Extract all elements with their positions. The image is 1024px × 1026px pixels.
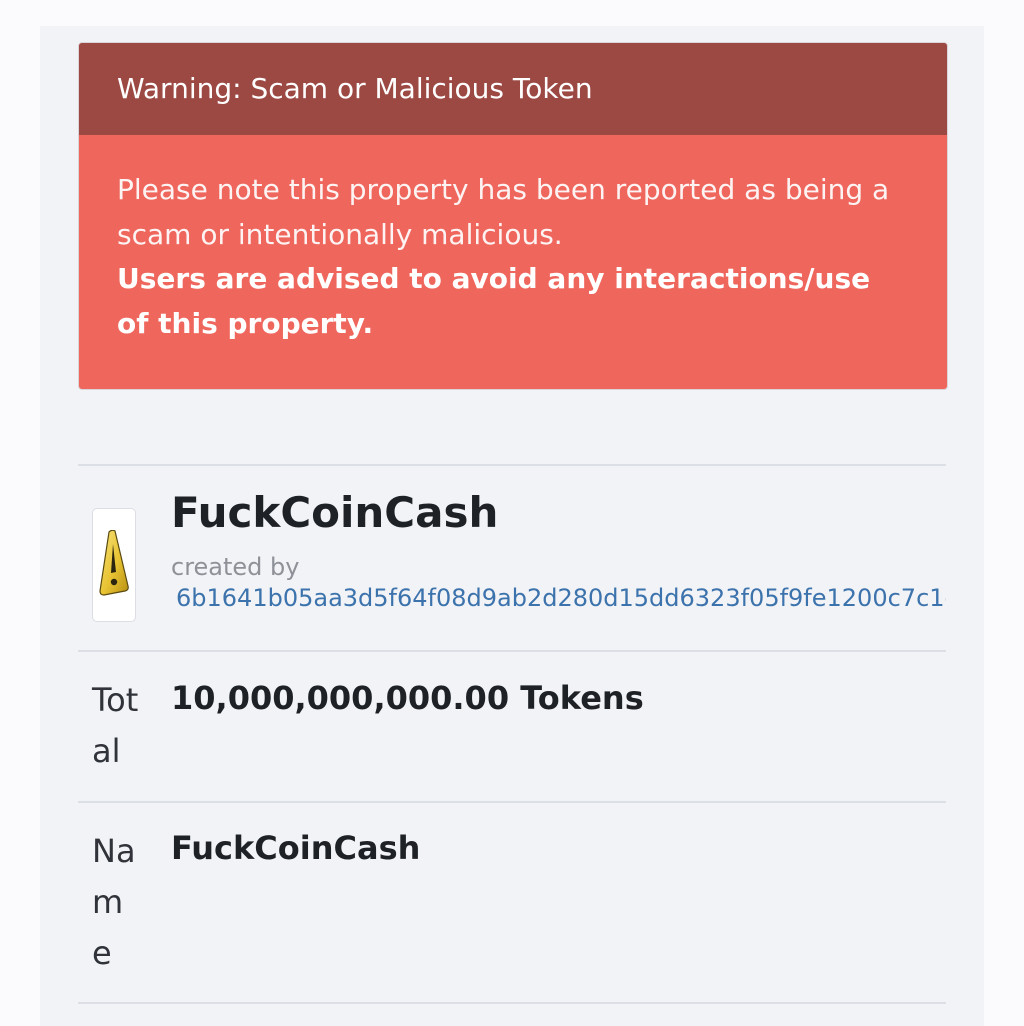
total-value: 10,000,000,000.00 Tokens bbox=[171, 679, 644, 717]
divider bbox=[78, 801, 946, 803]
name-label: Name bbox=[92, 832, 136, 972]
created-by-label: created by bbox=[171, 553, 300, 581]
scam-warning-alert: Warning: Scam or Malicious Token Please … bbox=[78, 42, 948, 390]
alert-title: Warning: Scam or Malicious Token bbox=[79, 43, 947, 135]
creator-address-link[interactable]: 6b1641b05aa3d5f64f08d9ab2d280d15dd6323f0… bbox=[176, 584, 946, 612]
warning-exclamation-icon bbox=[99, 530, 129, 596]
total-label: Total bbox=[92, 681, 139, 770]
alert-body: Please note this property has been repor… bbox=[79, 135, 947, 346]
name-value: FuckCoinCash bbox=[171, 829, 421, 867]
token-page: Warning: Scam or Malicious Token Please … bbox=[40, 26, 984, 1026]
divider bbox=[78, 650, 946, 652]
alert-message: Please note this property has been repor… bbox=[117, 173, 890, 251]
divider bbox=[78, 464, 946, 466]
divider bbox=[78, 1002, 946, 1004]
alert-advice: Users are advised to avoid any interacti… bbox=[117, 262, 871, 340]
token-icon-frame bbox=[92, 508, 136, 622]
token-name-title: FuckCoinCash bbox=[171, 488, 499, 537]
